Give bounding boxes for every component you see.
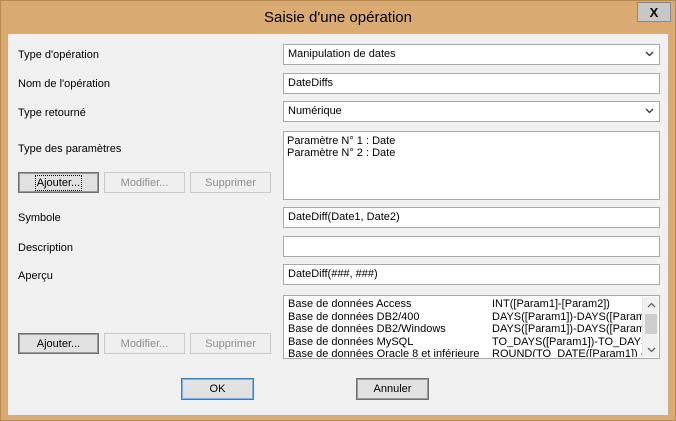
dialog-title: Saisie d'une opération (264, 9, 412, 26)
database-expression: ROUND(TO_DATE([Param1]) - TO_DATE([Param… (492, 348, 642, 357)
apercu-label: Aperçu (18, 270, 53, 282)
type-retourne-label: Type retourné (18, 107, 86, 119)
type-parametres-label: Type des paramètres (18, 143, 122, 155)
add-database-label: Ajouter... (36, 337, 81, 350)
symbole-input[interactable]: DateDiff(Date1, Date2) (283, 207, 660, 228)
list-item[interactable]: Paramètre N° 2 : Date (287, 147, 656, 159)
delete-parameter-button[interactable]: Supprimer (190, 172, 271, 193)
dialog-body: Type d'opération Manipulation de dates N… (8, 34, 668, 415)
nom-operation-label: Nom de l'opération (18, 78, 110, 90)
list-item[interactable]: Paramètre N° 1 : Date (287, 135, 656, 147)
chevron-down-icon (645, 51, 654, 57)
database-name: Base de données DB2/400 (288, 310, 420, 323)
database-name: Base de données Access (288, 298, 412, 310)
modify-parameter-button[interactable]: Modifier... (104, 172, 185, 193)
database-expression: DAYS([Param1])-DAYS([Param2]) (492, 323, 642, 336)
title-bar[interactable]: Saisie d'une opération X (1, 1, 675, 34)
database-name: Base de données DB2/Windows (288, 323, 446, 336)
add-database-button[interactable]: Ajouter... (18, 333, 99, 354)
type-retourne-select[interactable]: Numérique (283, 101, 660, 122)
scroll-thumb[interactable] (645, 314, 657, 334)
modify-database-label: Modifier... (120, 337, 169, 350)
type-operation-select[interactable]: Manipulation de dates (283, 44, 660, 65)
nom-operation-input[interactable]: DateDiffs (283, 73, 660, 94)
ok-label: OK (209, 383, 226, 395)
database-expression: INT([Param1]-[Param2]) (492, 298, 610, 310)
type-retourne-value: Numérique (288, 105, 342, 117)
list-item[interactable]: Base de données Access INT([Param1]-[Par… (288, 298, 639, 311)
list-item[interactable]: Base de données Oracle 8 et inférieure R… (288, 348, 642, 357)
modify-database-button[interactable]: Modifier... (104, 333, 185, 354)
type-operation-label: Type d'opération (18, 49, 99, 61)
delete-parameter-label: Supprimer (205, 176, 256, 189)
ok-button[interactable]: OK (181, 378, 254, 400)
database-expression-list[interactable]: Base de données Access INT([Param1]-[Par… (283, 295, 660, 359)
parametres-list[interactable]: Paramètre N° 1 : Date Paramètre N° 2 : D… (283, 131, 660, 200)
add-parameter-button[interactable]: Ajouter... (18, 172, 99, 193)
chevron-up-icon (647, 302, 655, 307)
database-list-viewport: Base de données Access INT([Param1]-[Par… (285, 297, 642, 357)
dialog-window: Saisie d'une opération X Type d'opératio… (0, 0, 676, 421)
database-expression: TO_DAYS([Param1])-TO_DAYS([Param2]) (492, 335, 642, 348)
close-button[interactable]: X (637, 2, 671, 22)
vertical-scrollbar[interactable] (642, 297, 658, 357)
database-name: Base de données MySQL (288, 335, 414, 348)
delete-database-label: Supprimer (205, 337, 256, 350)
chevron-down-icon (645, 108, 654, 114)
symbole-label: Symbole (18, 212, 61, 224)
list-item[interactable]: Base de données DB2/Windows DAYS([Param1… (288, 323, 642, 336)
modify-parameter-label: Modifier... (120, 176, 169, 189)
chevron-down-icon (647, 347, 655, 352)
cancel-button[interactable]: Annuler (356, 378, 429, 400)
description-input[interactable] (283, 236, 660, 257)
cancel-label: Annuler (373, 383, 412, 395)
delete-database-button[interactable]: Supprimer (190, 333, 271, 354)
add-parameter-label: Ajouter... (34, 174, 83, 191)
description-label: Description (18, 242, 74, 254)
database-name: Base de données Oracle 8 et inférieure (288, 348, 480, 357)
scroll-down-arrow[interactable] (643, 341, 659, 357)
list-item[interactable]: Base de données MySQL TO_DAYS([Param1])-… (288, 335, 642, 349)
close-icon: X (649, 4, 659, 20)
database-expression: DAYS([Param1])-DAYS([Param2]) (492, 310, 642, 323)
list-item[interactable]: Base de données DB2/400 DAYS([Param1])-D… (288, 310, 642, 324)
scroll-up-arrow[interactable] (643, 297, 659, 313)
apercu-input[interactable]: DateDiff(###, ###) (283, 264, 660, 285)
type-operation-value: Manipulation de dates (288, 48, 396, 60)
